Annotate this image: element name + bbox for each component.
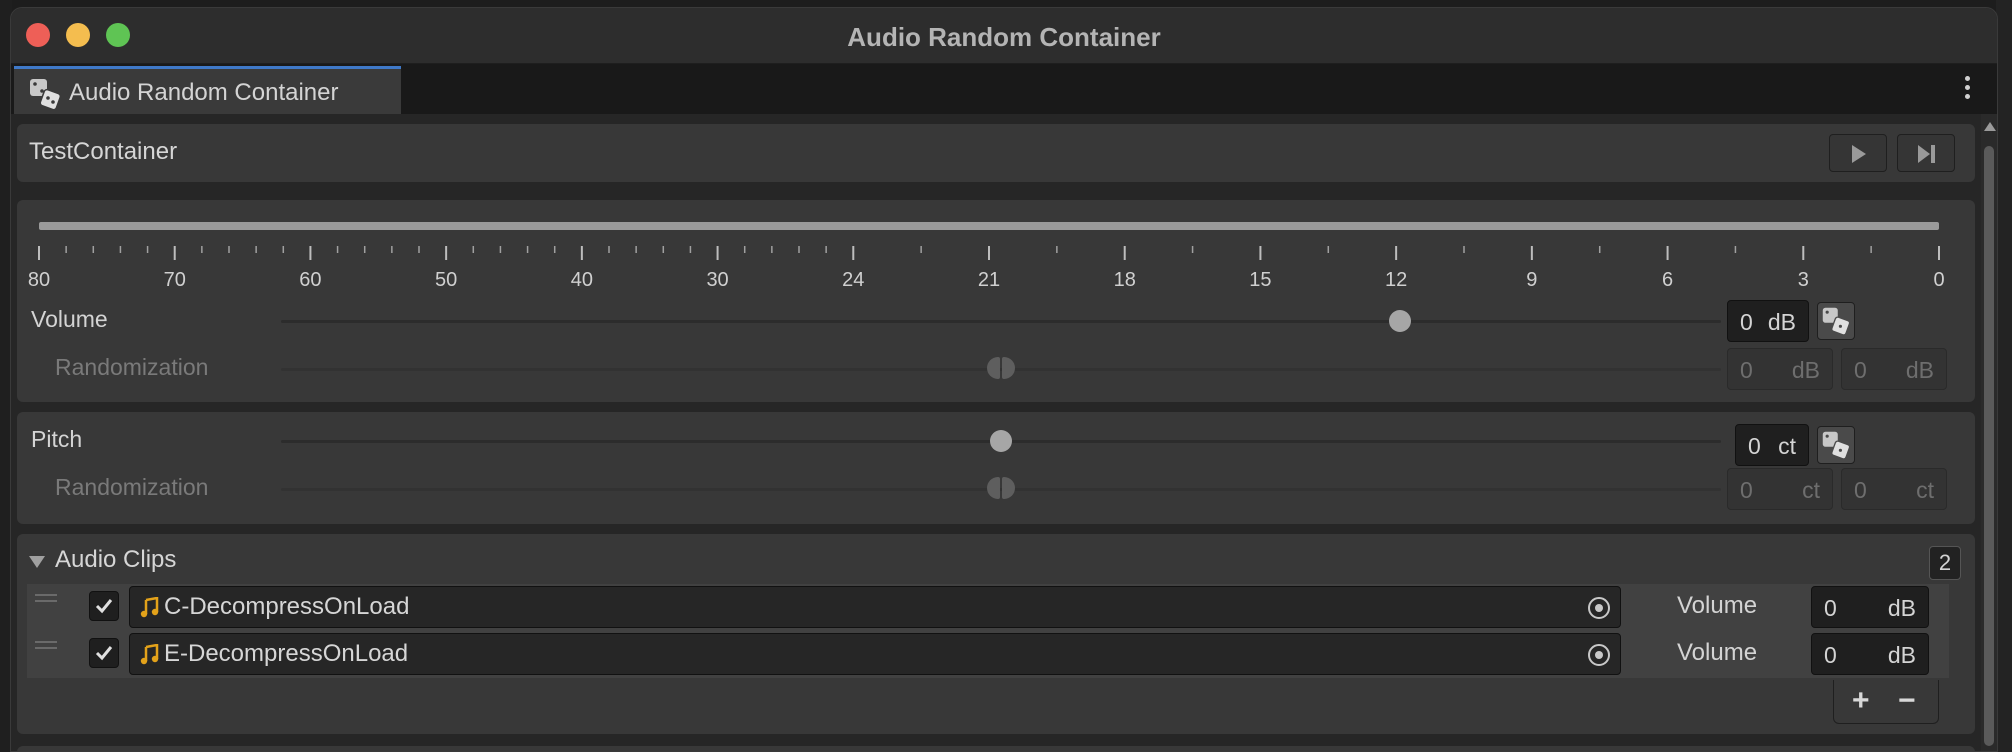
remove-clip-button[interactable]: − bbox=[1898, 684, 1916, 718]
scale-label: 60 bbox=[299, 269, 321, 291]
scale-label: 3 bbox=[1798, 269, 1809, 291]
volume-random-min-field[interactable]: 0 dB bbox=[1727, 348, 1833, 390]
play-icon bbox=[1852, 145, 1866, 163]
clip-name: E-DecompressOnLoad bbox=[164, 640, 409, 667]
background-right bbox=[1996, 0, 2012, 752]
drag-handle-icon[interactable] bbox=[35, 594, 57, 602]
pitch-random-max-field[interactable]: 0 ct bbox=[1841, 468, 1947, 510]
container-name: TestContainer bbox=[29, 138, 178, 165]
play-button[interactable] bbox=[1829, 134, 1887, 172]
clip-count-field[interactable]: 2 bbox=[1929, 546, 1961, 580]
volume-slider-track[interactable] bbox=[281, 320, 1721, 323]
volume-field[interactable]: 0 dB bbox=[1727, 300, 1809, 342]
list-item: C-DecompressOnLoad Volume 0 dB bbox=[27, 584, 1949, 631]
dice-icon bbox=[1822, 307, 1851, 336]
editor-window: Audio Random Container Audio Random Cont… bbox=[10, 7, 1998, 752]
checkmark-icon bbox=[95, 599, 113, 614]
scale-label: 0 bbox=[1933, 269, 1944, 291]
scale-label: 50 bbox=[435, 269, 457, 291]
dice-icon bbox=[30, 79, 62, 111]
scale-label: 12 bbox=[1385, 269, 1407, 291]
pitch-field[interactable]: 0 ct bbox=[1735, 424, 1809, 466]
audio-clips-header[interactable]: Audio Clips bbox=[55, 546, 176, 574]
clip-enabled-checkbox[interactable] bbox=[89, 591, 119, 621]
scroll-up-icon[interactable] bbox=[1984, 122, 1996, 131]
window-title: Audio Random Container bbox=[847, 22, 1161, 52]
scale-label: 21 bbox=[978, 269, 1000, 291]
dice-icon bbox=[1822, 431, 1851, 460]
foldout-arrow-icon[interactable] bbox=[29, 556, 45, 568]
clip-volume-label: Volume bbox=[1677, 592, 1758, 619]
scrollbar-thumb[interactable] bbox=[1984, 146, 1994, 746]
music-note-icon bbox=[140, 597, 159, 618]
scale-label: 80 bbox=[28, 269, 50, 291]
audio-clips-list: C-DecompressOnLoad Volume 0 dB E-Decompr… bbox=[27, 584, 1949, 678]
clip-volume-field[interactable]: 0 dB bbox=[1811, 586, 1929, 628]
pitch-randomization-label: Randomization bbox=[55, 474, 209, 500]
title-bar: Audio Random Container bbox=[11, 8, 1997, 64]
clip-object-field[interactable]: E-DecompressOnLoad bbox=[129, 633, 1621, 675]
audio-clips-panel: Audio Clips 2 C-DecompressOnLoad Volume … bbox=[17, 534, 1975, 734]
scale-label: 18 bbox=[1114, 269, 1136, 291]
volume-slider-handle[interactable] bbox=[1388, 310, 1411, 332]
checkmark-icon bbox=[95, 646, 113, 661]
drag-handle-icon[interactable] bbox=[35, 641, 57, 649]
object-picker-icon[interactable] bbox=[1588, 597, 1610, 619]
scale-label: 24 bbox=[842, 269, 864, 291]
scale-label: 9 bbox=[1526, 269, 1537, 291]
list-item: E-DecompressOnLoad Volume 0 dB bbox=[27, 631, 1949, 678]
clip-enabled-checkbox[interactable] bbox=[89, 638, 119, 668]
clip-volume-field[interactable]: 0 dB bbox=[1811, 633, 1929, 675]
tab-audio-random-container[interactable]: Audio Random Container bbox=[14, 66, 401, 114]
skip-next-icon bbox=[1918, 145, 1935, 163]
vertical-scrollbar[interactable] bbox=[1981, 114, 1997, 751]
meter-scale: 80 70 60 50 40 30 24 21 18 15 12 9 6 3 0 bbox=[28, 246, 1945, 291]
pitch-randomization-handle[interactable] bbox=[987, 477, 1015, 499]
next-panel-edge bbox=[17, 746, 1975, 751]
level-meter bbox=[39, 222, 1939, 230]
scale-label: 6 bbox=[1662, 269, 1673, 291]
scale-label: 40 bbox=[571, 269, 593, 291]
scale-label: 70 bbox=[164, 269, 186, 291]
scale-label: 15 bbox=[1249, 269, 1271, 291]
pitch-label: Pitch bbox=[31, 426, 83, 452]
volume-randomization-handle[interactable] bbox=[987, 357, 1015, 379]
container-header: TestContainer bbox=[17, 124, 1975, 182]
volume-random-max-field[interactable]: 0 dB bbox=[1841, 348, 1947, 390]
list-footer: + − bbox=[1833, 680, 1939, 724]
music-note-icon bbox=[140, 644, 159, 665]
volume-label: Volume bbox=[31, 306, 108, 332]
object-picker-icon[interactable] bbox=[1588, 644, 1610, 666]
volume-randomization-label: Randomization bbox=[55, 354, 209, 380]
pitch-randomize-button[interactable] bbox=[1817, 426, 1855, 464]
volume-randomize-button[interactable] bbox=[1817, 302, 1855, 340]
clip-object-field[interactable]: C-DecompressOnLoad bbox=[129, 586, 1621, 628]
more-options-icon[interactable] bbox=[1963, 76, 1971, 102]
volume-panel: 80 70 60 50 40 30 24 21 18 15 12 9 6 3 0 Volume 0 dB R… bbox=[17, 200, 1975, 402]
add-clip-button[interactable]: + bbox=[1852, 684, 1870, 718]
pitch-random-min-field[interactable]: 0 ct bbox=[1727, 468, 1833, 510]
pitch-panel: Pitch 0 ct Randomization 0 ct 0 ct bbox=[17, 412, 1975, 524]
tab-bar: Audio Random Container bbox=[11, 64, 1997, 114]
skip-button[interactable] bbox=[1897, 134, 1955, 172]
pitch-slider-handle[interactable] bbox=[990, 430, 1012, 452]
inspector-content: TestContainer 80 70 60 50 40 30 24 21 18 15 12 9 6 3 0… bbox=[11, 114, 1983, 751]
clip-name: C-DecompressOnLoad bbox=[164, 593, 410, 620]
tab-label: Audio Random Container bbox=[69, 79, 339, 106]
clip-volume-label: Volume bbox=[1677, 639, 1758, 666]
scale-label: 30 bbox=[706, 269, 728, 291]
